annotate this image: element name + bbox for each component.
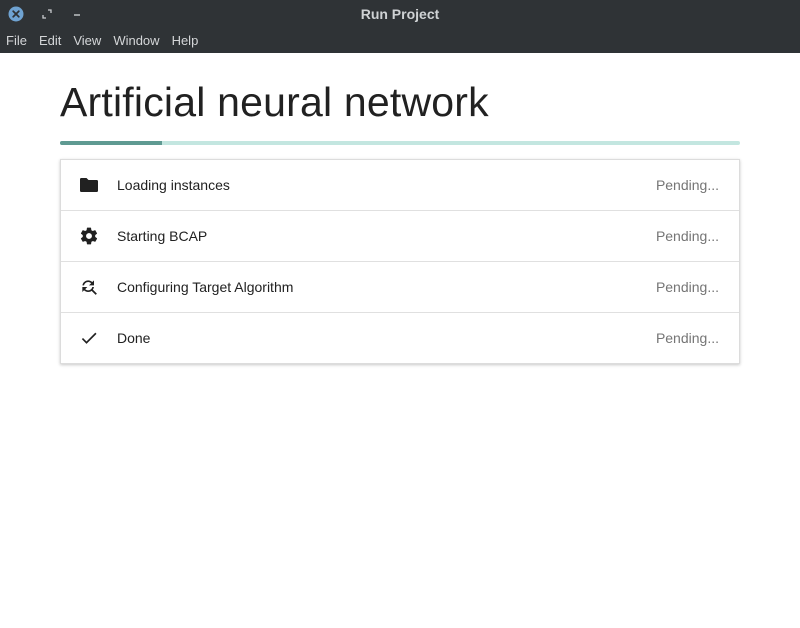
task-row-done: Done Pending... (61, 313, 739, 363)
progress-bar-fill (60, 141, 162, 145)
task-status: Pending... (655, 330, 719, 346)
task-list: Loading instances Pending... Starting BC… (60, 159, 740, 364)
checkmark-icon (61, 313, 117, 363)
task-label: Done (117, 330, 151, 346)
task-row-loading-instances: Loading instances Pending... (61, 160, 739, 211)
menu-bar: File Edit View Window Help (0, 29, 800, 53)
task-status: Pending... (655, 177, 719, 193)
menu-help[interactable]: Help (166, 29, 205, 53)
menu-file[interactable]: File (0, 29, 33, 53)
task-row-configuring-target-algorithm: Configuring Target Algorithm Pending... (61, 262, 739, 313)
task-label: Starting BCAP (117, 228, 208, 244)
refresh-search-icon (61, 262, 117, 312)
app-window: Run Project File Edit View Window Help A… (0, 0, 800, 628)
menu-window[interactable]: Window (107, 29, 165, 53)
task-row-starting-bcap: Starting BCAP Pending... (61, 211, 739, 262)
folder-icon (61, 160, 117, 210)
window-title: Run Project (360, 6, 440, 22)
task-label: Configuring Target Algorithm (117, 279, 294, 295)
menu-view[interactable]: View (67, 29, 107, 53)
gear-icon (61, 211, 117, 261)
task-status: Pending... (655, 228, 719, 244)
task-label: Loading instances (117, 177, 230, 193)
menu-edit[interactable]: Edit (33, 29, 67, 53)
task-status: Pending... (655, 279, 719, 295)
title-bar[interactable]: Run Project (0, 0, 800, 29)
progress-bar (60, 141, 740, 145)
project-title: Artificial neural network (60, 79, 489, 125)
